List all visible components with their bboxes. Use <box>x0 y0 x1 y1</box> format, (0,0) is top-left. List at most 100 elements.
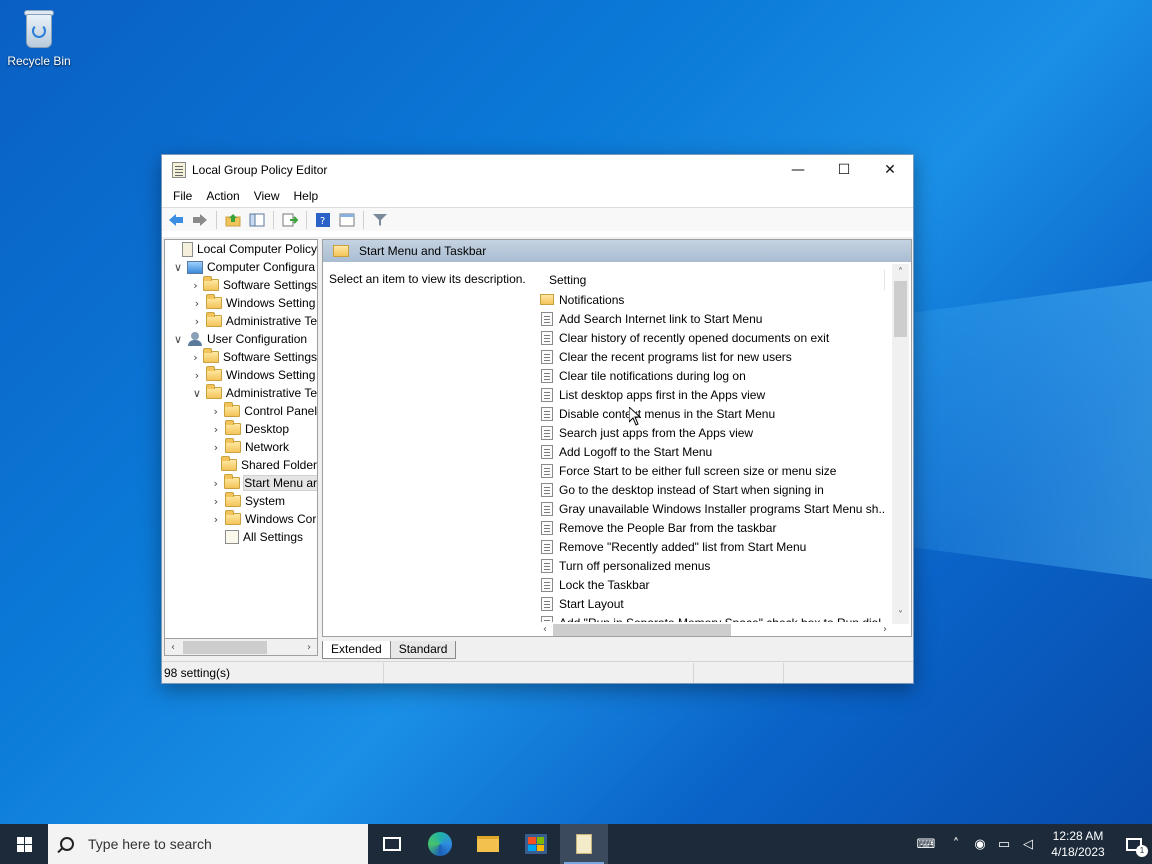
forward-icon[interactable] <box>190 211 210 229</box>
scroll-left-arrow-icon[interactable]: ‹ <box>165 642 181 653</box>
policy-setting-item[interactable]: Clear tile notifications during log on <box>537 366 885 385</box>
menu-view[interactable]: View <box>247 189 287 203</box>
chevron-right-icon[interactable]: › <box>207 477 224 490</box>
filter-icon[interactable] <box>370 211 390 229</box>
policy-setting-item[interactable]: Add "Run in Separate Memory Space" check… <box>537 613 885 622</box>
scrollbar-thumb[interactable] <box>894 281 907 337</box>
taskbar-file-explorer[interactable] <box>464 824 512 864</box>
menu-file[interactable]: File <box>166 189 199 203</box>
chevron-right-icon[interactable]: › <box>188 351 203 364</box>
policy-setting-item[interactable]: Gray unavailable Windows Installer progr… <box>537 499 885 518</box>
policy-setting-item[interactable]: List desktop apps first in the Apps view <box>537 385 885 404</box>
scroll-up-arrow-icon[interactable]: ˄ <box>892 264 909 281</box>
taskbar-search-box[interactable]: Type here to search <box>48 824 368 864</box>
window-title: Local Group Policy Editor <box>192 163 328 177</box>
tree-item[interactable]: ∨ Computer Configura <box>165 258 317 276</box>
chevron-down-icon[interactable]: ∨ <box>169 333 187 346</box>
tree-item[interactable]: ∨ Administrative Te <box>165 384 317 402</box>
scroll-right-arrow-icon[interactable]: › <box>301 642 317 653</box>
policy-setting-item[interactable]: Clear history of recently opened documen… <box>537 328 885 347</box>
scrollbar-thumb[interactable] <box>553 623 731 636</box>
tree-item[interactable]: Local Computer Policy <box>165 240 317 258</box>
tree-item[interactable]: › Start Menu ar <box>165 474 317 492</box>
action-center-button[interactable]: 1 <box>1116 837 1152 857</box>
policy-setting-item[interactable]: Search just apps from the Apps view <box>537 423 885 442</box>
chevron-down-icon[interactable]: ∨ <box>169 261 187 274</box>
back-icon[interactable] <box>166 211 186 229</box>
policy-setting-item[interactable]: Go to the desktop instead of Start when … <box>537 480 885 499</box>
tree-item[interactable]: › Control Panel <box>165 402 317 420</box>
minimize-button[interactable]: — <box>775 155 821 185</box>
meet-now-icon[interactable]: ◉ <box>968 837 992 852</box>
chevron-right-icon[interactable]: › <box>188 369 206 382</box>
column-header-setting[interactable]: Setting <box>541 270 885 290</box>
tree-item[interactable]: › Desktop <box>165 420 317 438</box>
folder-icon <box>225 510 241 525</box>
keyboard-icon[interactable]: ⌨ <box>908 837 944 852</box>
tab-standard[interactable]: Standard <box>389 641 457 659</box>
policy-setting-item[interactable]: Disable context menus in the Start Menu <box>537 404 885 423</box>
tree-item[interactable]: › Windows Setting <box>165 294 317 312</box>
chevron-right-icon[interactable]: › <box>188 315 206 328</box>
settings-vertical-scrollbar[interactable]: ˄ ˅ <box>892 264 909 624</box>
tree-item[interactable]: ∨ User Configuration <box>165 330 317 348</box>
tree-item[interactable]: › Software Settings <box>165 276 317 294</box>
taskbar-group-policy-editor[interactable] <box>560 824 608 864</box>
clock[interactable]: 12:28 AM 4/18/2023 <box>1040 828 1116 860</box>
setting-label: Remove "Recently added" list from Start … <box>559 539 807 554</box>
policy-setting-item[interactable]: Clear the recent programs list for new u… <box>537 347 885 366</box>
tree-item[interactable]: › Windows Setting <box>165 366 317 384</box>
start-button[interactable] <box>0 824 48 864</box>
scroll-down-arrow-icon[interactable]: ˅ <box>892 607 909 624</box>
policy-setting-item[interactable]: Remove "Recently added" list from Start … <box>537 537 885 556</box>
maximize-button[interactable]: ☐ <box>821 155 867 185</box>
chevron-down-icon[interactable]: ∨ <box>188 387 206 400</box>
tree-item[interactable]: › System <box>165 492 317 510</box>
chevron-right-icon[interactable]: › <box>188 279 203 292</box>
tree-item[interactable]: All Settings <box>165 528 317 546</box>
chevron-up-icon[interactable]: ˄ <box>944 837 968 852</box>
settings-folder-item[interactable]: Notifications <box>537 290 885 309</box>
chevron-right-icon[interactable]: › <box>207 495 225 508</box>
tree-item[interactable]: › Windows Cor <box>165 510 317 528</box>
user-icon <box>187 332 203 346</box>
policy-setting-item[interactable]: Add Logoff to the Start Menu <box>537 442 885 461</box>
help-icon[interactable]: ? <box>313 211 333 229</box>
properties-icon[interactable] <box>337 211 357 229</box>
policy-setting-item[interactable]: Turn off personalized menus <box>537 556 885 575</box>
task-view-button[interactable] <box>368 824 416 864</box>
scroll-left-arrow-icon[interactable]: ‹ <box>537 624 553 635</box>
menu-action[interactable]: Action <box>199 189 246 203</box>
chevron-right-icon[interactable]: › <box>188 297 206 310</box>
chevron-right-icon[interactable]: › <box>207 513 225 526</box>
chevron-right-icon[interactable]: › <box>207 405 224 418</box>
network-icon[interactable]: ▭ <box>992 837 1016 852</box>
scrollbar-thumb[interactable] <box>183 640 267 654</box>
chevron-right-icon[interactable]: › <box>207 441 225 454</box>
policy-setting-item[interactable]: Lock the Taskbar <box>537 575 885 594</box>
policy-setting-item[interactable]: Add Search Internet link to Start Menu <box>537 309 885 328</box>
show-hide-tree-icon[interactable] <box>247 211 267 229</box>
policy-setting-item[interactable]: Start Layout <box>537 594 885 613</box>
close-button[interactable]: ✕ <box>867 155 913 185</box>
volume-muted-icon[interactable]: ◁ <box>1016 837 1040 852</box>
scroll-right-arrow-icon[interactable]: › <box>877 624 893 635</box>
policy-setting-item[interactable]: Remove the People Bar from the taskbar <box>537 518 885 537</box>
tree-item[interactable]: › Administrative Te <box>165 312 317 330</box>
taskbar-edge[interactable] <box>416 824 464 864</box>
policy-setting-item[interactable]: Force Start to be either full screen siz… <box>537 461 885 480</box>
tree-item[interactable]: › Software Settings <box>165 348 317 366</box>
tree-item[interactable]: Shared Folder <box>165 456 317 474</box>
title-bar[interactable]: Local Group Policy Editor — ☐ ✕ <box>162 155 913 185</box>
taskbar-store[interactable] <box>512 824 560 864</box>
up-folder-icon[interactable] <box>223 211 243 229</box>
chevron-right-icon[interactable]: › <box>207 423 225 436</box>
menu-help[interactable]: Help <box>287 189 326 203</box>
desktop-icon-recycle-bin[interactable]: Recycle Bin <box>6 8 72 68</box>
setting-label: Add Logoff to the Start Menu <box>559 444 713 459</box>
settings-horizontal-scrollbar[interactable]: ‹ › <box>537 622 893 637</box>
tree-item[interactable]: › Network <box>165 438 317 456</box>
tree-horizontal-scrollbar[interactable]: ‹ › <box>164 639 318 656</box>
export-list-icon[interactable] <box>280 211 300 229</box>
tab-extended[interactable]: Extended <box>322 641 391 659</box>
